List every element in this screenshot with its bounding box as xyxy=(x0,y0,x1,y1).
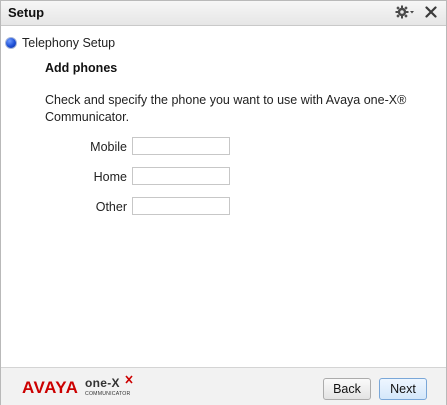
mobile-field-row: Mobile xyxy=(1,137,447,157)
mobile-input[interactable] xyxy=(132,137,230,155)
logo-brand: AVAYA xyxy=(22,378,78,397)
other-field-row: Other xyxy=(1,197,447,217)
window-title: Setup xyxy=(8,5,45,20)
other-label: Other xyxy=(95,200,127,214)
step-label: Telephony Setup xyxy=(22,36,116,50)
logo-product-sub: COMMUNICATOR xyxy=(85,391,130,397)
step-telephony-setup: Telephony Setup xyxy=(5,34,115,52)
instructions-text: Check and specify the phone you want to … xyxy=(45,93,407,124)
logo-product: one-X xyxy=(85,376,120,390)
settings-menu-button[interactable] xyxy=(394,3,416,21)
setup-window: Setup Telephony Setup Add phones Check a… xyxy=(0,0,447,405)
footer-bar: AVAYA one-X COMMUNICATOR Back Next xyxy=(1,367,446,405)
active-step-indicator-icon xyxy=(5,37,17,49)
mobile-label: Mobile xyxy=(90,140,127,154)
title-bar: Setup xyxy=(1,1,446,26)
close-icon xyxy=(425,6,437,18)
next-button[interactable]: Next xyxy=(379,378,427,400)
section-heading: Add phones xyxy=(45,61,118,75)
avaya-one-x-logo: AVAYA one-X COMMUNICATOR xyxy=(22,375,133,397)
back-button[interactable]: Back xyxy=(323,378,371,400)
home-input[interactable] xyxy=(132,167,230,185)
gear-dropdown-icon xyxy=(395,5,414,19)
close-button[interactable] xyxy=(421,3,441,21)
other-input[interactable] xyxy=(132,197,230,215)
home-label: Home xyxy=(93,170,127,184)
home-field-row: Home xyxy=(1,167,447,187)
